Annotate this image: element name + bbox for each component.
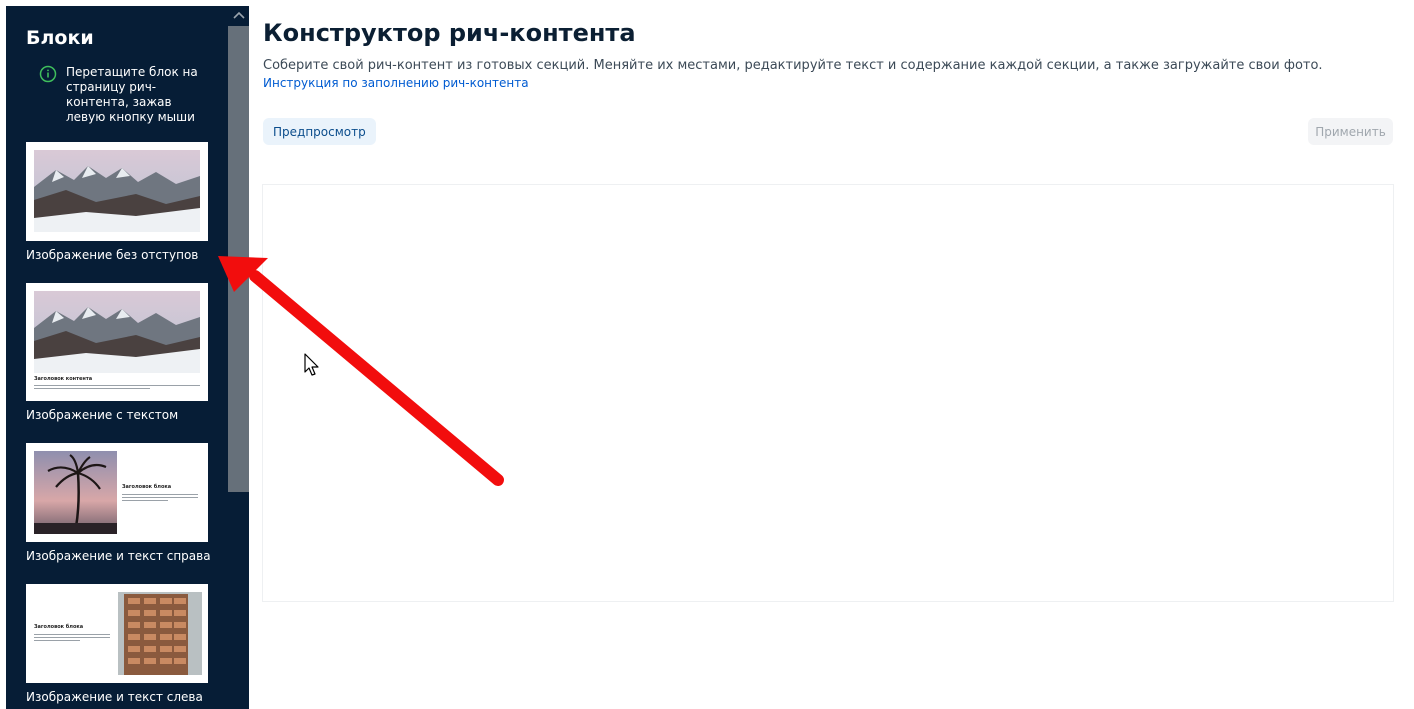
rich-content-drop-area[interactable] bbox=[262, 184, 1394, 602]
blocks-sidebar: Блоки Перетащите блок на страницу рич-ко… bbox=[6, 6, 249, 709]
mini-heading: Заголовок контента bbox=[34, 376, 93, 382]
instruction-link[interactable]: Инструкция по заполнению рич-контента bbox=[263, 76, 529, 90]
scroll-thumb[interactable] bbox=[228, 26, 249, 492]
mountain-image bbox=[26, 142, 208, 241]
page-title: Конструктор рич-контента bbox=[263, 19, 636, 47]
scroll-up-button[interactable] bbox=[228, 6, 249, 24]
block-thumb bbox=[26, 142, 208, 241]
mountain-image bbox=[34, 291, 200, 373]
block-thumb: Заголовок блока bbox=[26, 443, 208, 542]
mini-placeholder-text bbox=[122, 493, 198, 507]
chevron-up-icon bbox=[232, 11, 245, 19]
sidebar-title: Блоки bbox=[26, 27, 94, 49]
mini-placeholder-text bbox=[34, 633, 110, 647]
info-icon bbox=[39, 65, 57, 83]
block-image-with-text[interactable]: Заголовок контента Изображение с текстом bbox=[26, 283, 208, 422]
apply-button[interactable]: Применить bbox=[1308, 118, 1393, 145]
preview-button[interactable]: Предпросмотр bbox=[263, 118, 376, 145]
mouse-cursor-icon bbox=[304, 353, 319, 376]
building-image bbox=[118, 592, 202, 675]
drag-hint-text: Перетащите блок на страницу рич-контента… bbox=[66, 65, 198, 124]
block-label: Изображение и текст справа bbox=[26, 549, 211, 563]
block-image-text-right[interactable]: Заголовок блока Изображение и текст спра… bbox=[26, 443, 211, 563]
mini-heading: Заголовок блока bbox=[122, 484, 172, 490]
drag-hint: Перетащите блок на страницу рич-контента… bbox=[39, 65, 199, 125]
mini-placeholder-text bbox=[34, 384, 200, 394]
block-label: Изображение с текстом bbox=[26, 408, 179, 422]
block-thumb: Заголовок контента bbox=[26, 283, 208, 401]
block-image-text-left[interactable]: Заголовок блока Изображение и текст слев… bbox=[26, 584, 208, 704]
sidebar-scrollbar[interactable] bbox=[228, 6, 249, 709]
palm-image bbox=[34, 451, 117, 534]
block-label: Изображение и текст слева bbox=[26, 690, 203, 704]
mini-heading: Заголовок блока bbox=[34, 624, 84, 630]
page-description: Соберите свой рич-контент из готовых сек… bbox=[263, 58, 1323, 73]
block-label: Изображение без отступов bbox=[26, 248, 199, 262]
block-image-no-padding[interactable]: Изображение без отступов bbox=[26, 142, 208, 262]
block-thumb: Заголовок блока bbox=[26, 584, 208, 683]
